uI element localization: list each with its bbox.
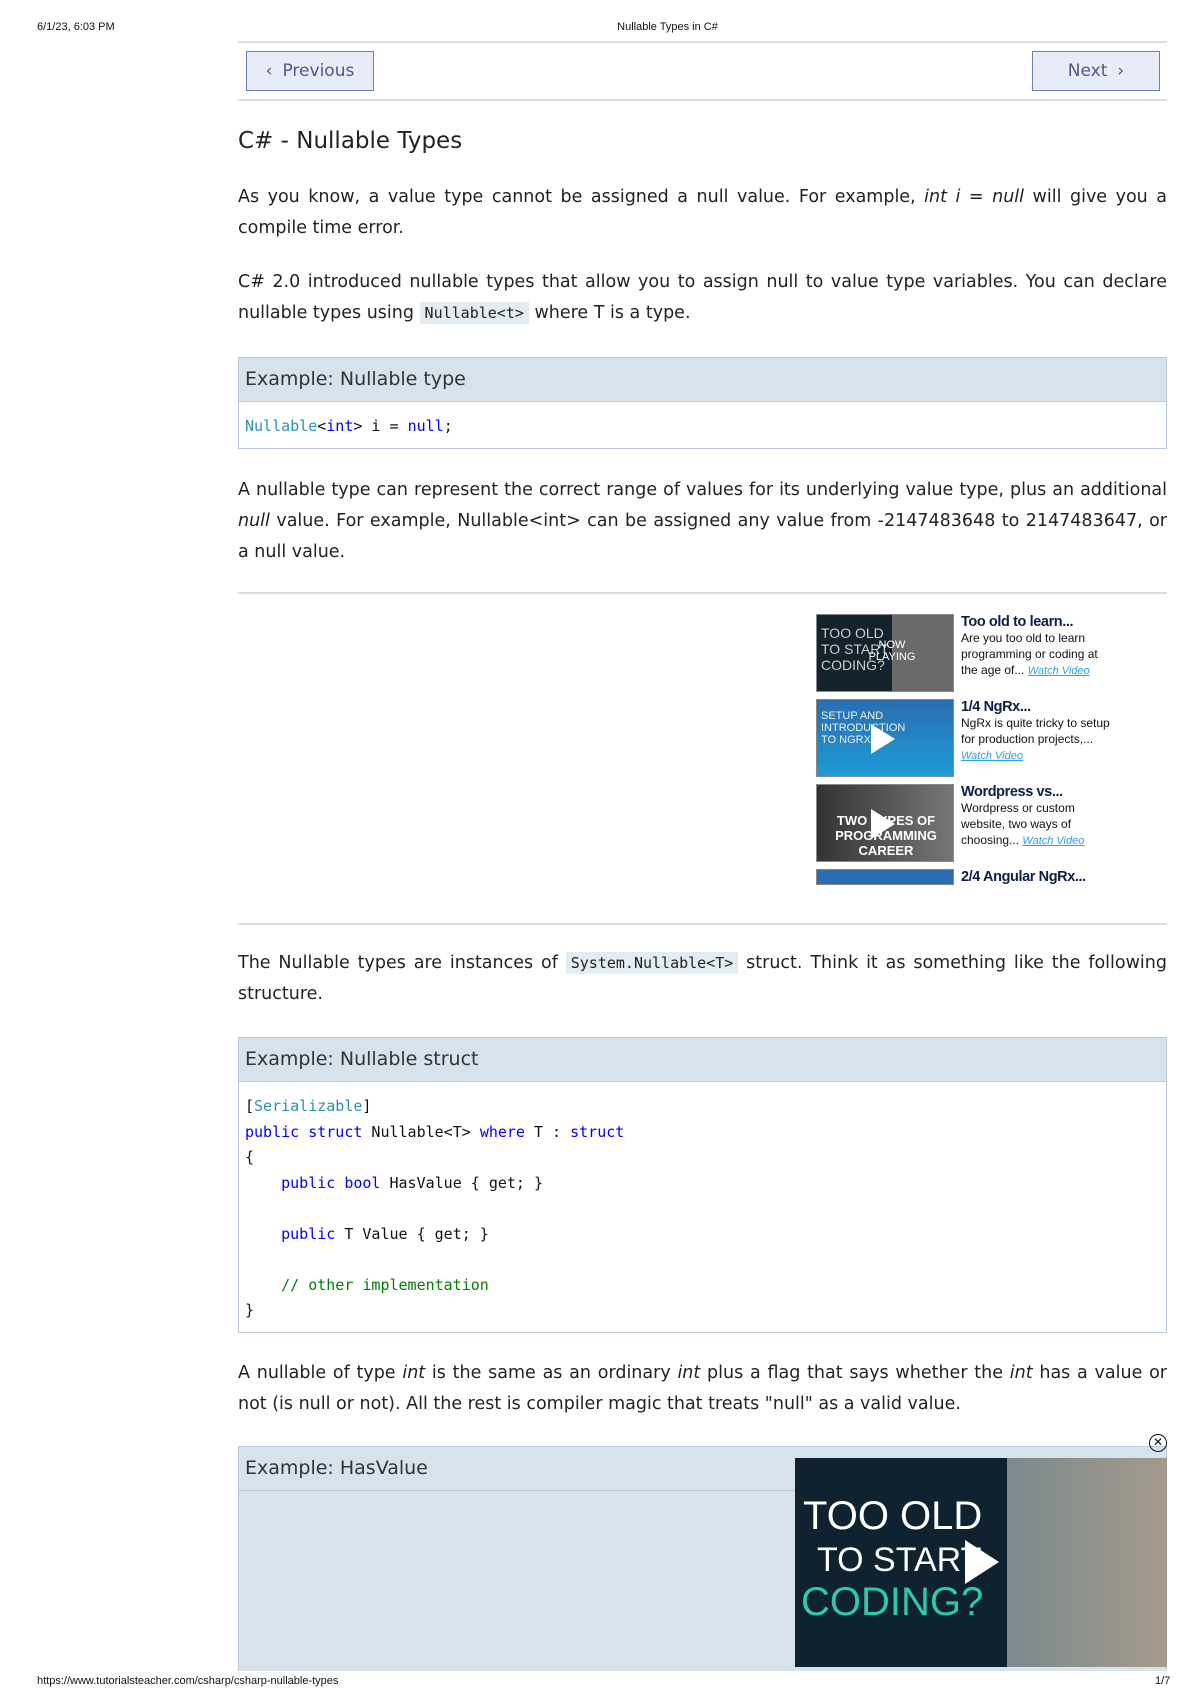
- video-title[interactable]: 2/4 Angular NgRx...: [961, 869, 1111, 885]
- print-url: https://www.tutorialsteacher.com/csharp/…: [37, 1675, 339, 1687]
- paragraph: The Nullable types are instances of Syst…: [238, 952, 1167, 1004]
- video-title[interactable]: Too old to learn...: [961, 614, 1111, 630]
- play-icon: [871, 809, 895, 839]
- play-icon: [871, 724, 895, 754]
- video-title[interactable]: 1/4 NgRx...: [961, 699, 1111, 715]
- chevron-left-icon: ‹: [265, 61, 273, 81]
- chevron-right-icon: ›: [1117, 61, 1125, 81]
- code-block: Nullable<int> i = null;: [245, 417, 453, 435]
- example-title: Example: Nullable struct: [239, 1038, 1166, 1082]
- page-number: 1/7: [1155, 1675, 1171, 1687]
- video-thumbnail[interactable]: SETUP AND INTRODUCTION TO NGRX: [816, 699, 954, 777]
- divider: [238, 41, 1167, 43]
- example-nullable-type: Example: Nullable type Nullable<int> i =…: [238, 357, 1167, 449]
- watch-video-link[interactable]: Watch Video: [1028, 665, 1090, 677]
- next-button[interactable]: Next ›: [1032, 51, 1160, 91]
- example-nullable-struct: Example: Nullable struct [Serializable] …: [238, 1037, 1167, 1333]
- paragraph: A nullable type can represent the correc…: [238, 480, 1167, 562]
- floating-video-player[interactable]: TOO OLD TO START CODING?: [795, 1458, 1167, 1667]
- example-title: Example: Nullable type: [239, 358, 1166, 402]
- video-title[interactable]: Wordpress vs...: [961, 784, 1111, 800]
- play-icon[interactable]: [965, 1540, 999, 1584]
- close-icon[interactable]: ✕: [1149, 1434, 1167, 1452]
- video-thumbnail[interactable]: [816, 869, 954, 885]
- divider: [238, 592, 1167, 594]
- paragraph: C# 2.0 introduced nullable types that al…: [238, 272, 1167, 324]
- paragraph: A nullable of type int is the same as an…: [238, 1363, 1167, 1414]
- watch-video-link[interactable]: Watch Video: [961, 750, 1023, 762]
- code-block: [Serializable] public struct Nullable<T>…: [245, 1097, 625, 1319]
- watch-video-link[interactable]: Watch Video: [1022, 835, 1084, 847]
- page-title: C# - Nullable Types: [238, 128, 463, 154]
- paragraph: As you know, a value type cannot be assi…: [238, 187, 1168, 238]
- divider: [238, 923, 1167, 925]
- previous-button[interactable]: ‹ Previous: [246, 51, 374, 91]
- divider: [238, 99, 1167, 101]
- video-thumbnail[interactable]: TWO TYPES OF PROGRAMMING CAREER: [816, 784, 954, 862]
- video-thumbnail[interactable]: TOO OLD TO START CODING? NOW PLAYING: [816, 614, 954, 692]
- video-item[interactable]: 2/4 Angular NgRx...: [816, 869, 1176, 887]
- print-title: Nullable Types in C#: [617, 21, 718, 33]
